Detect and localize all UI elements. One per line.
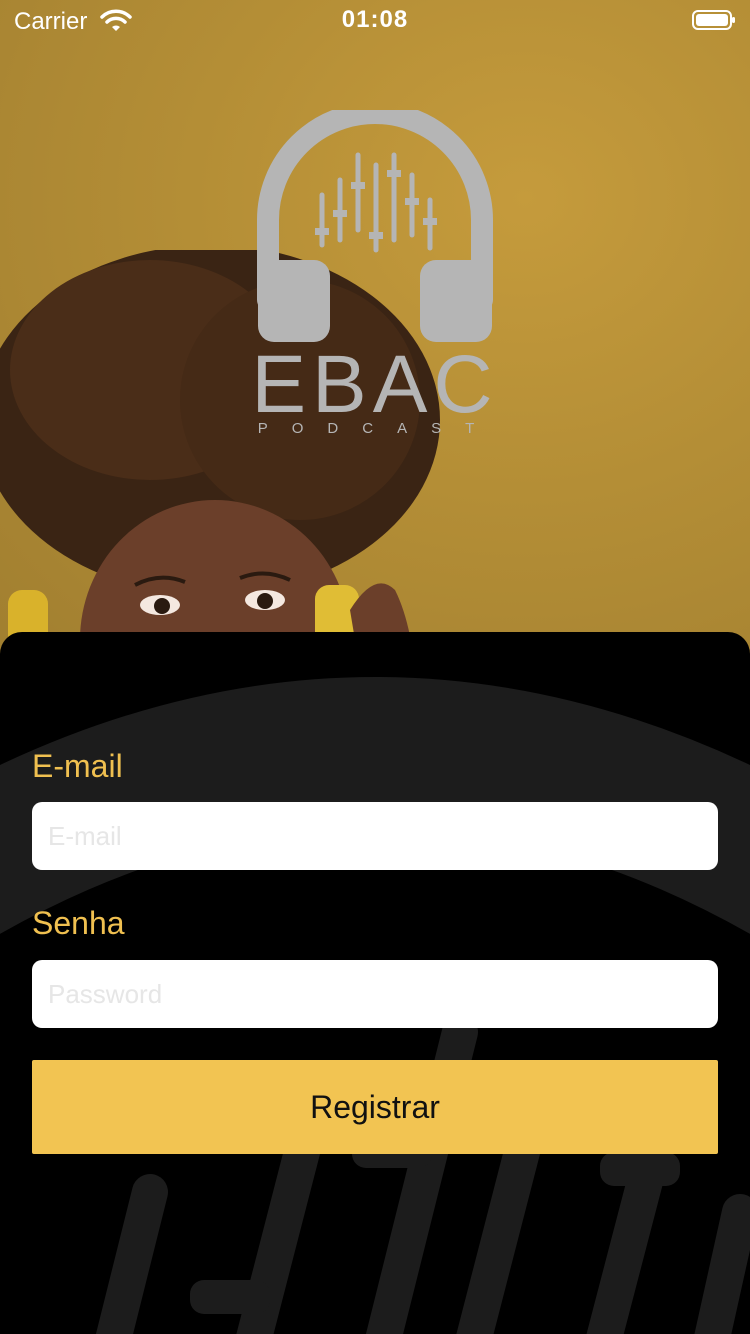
password-label: Senha bbox=[32, 905, 125, 941]
logo-brand-text: EBAC bbox=[251, 339, 498, 430]
password-input[interactable] bbox=[32, 960, 718, 1028]
register-form-sheet: E-mail Senha Registrar bbox=[0, 632, 750, 1334]
status-bar: Carrier 01:08 bbox=[0, 0, 750, 40]
email-input[interactable] bbox=[32, 802, 718, 870]
logo-subtitle-text: PODCAST bbox=[258, 420, 499, 437]
ebac-podcast-logo: EBAC PODCAST bbox=[251, 110, 499, 437]
battery-icon bbox=[692, 10, 735, 30]
email-label: E-mail bbox=[32, 748, 123, 784]
status-time: 01:08 bbox=[341, 6, 409, 33]
register-button[interactable]: Registrar bbox=[32, 1060, 718, 1154]
hero-banner: EBAC PODCAST bbox=[0, 0, 750, 660]
